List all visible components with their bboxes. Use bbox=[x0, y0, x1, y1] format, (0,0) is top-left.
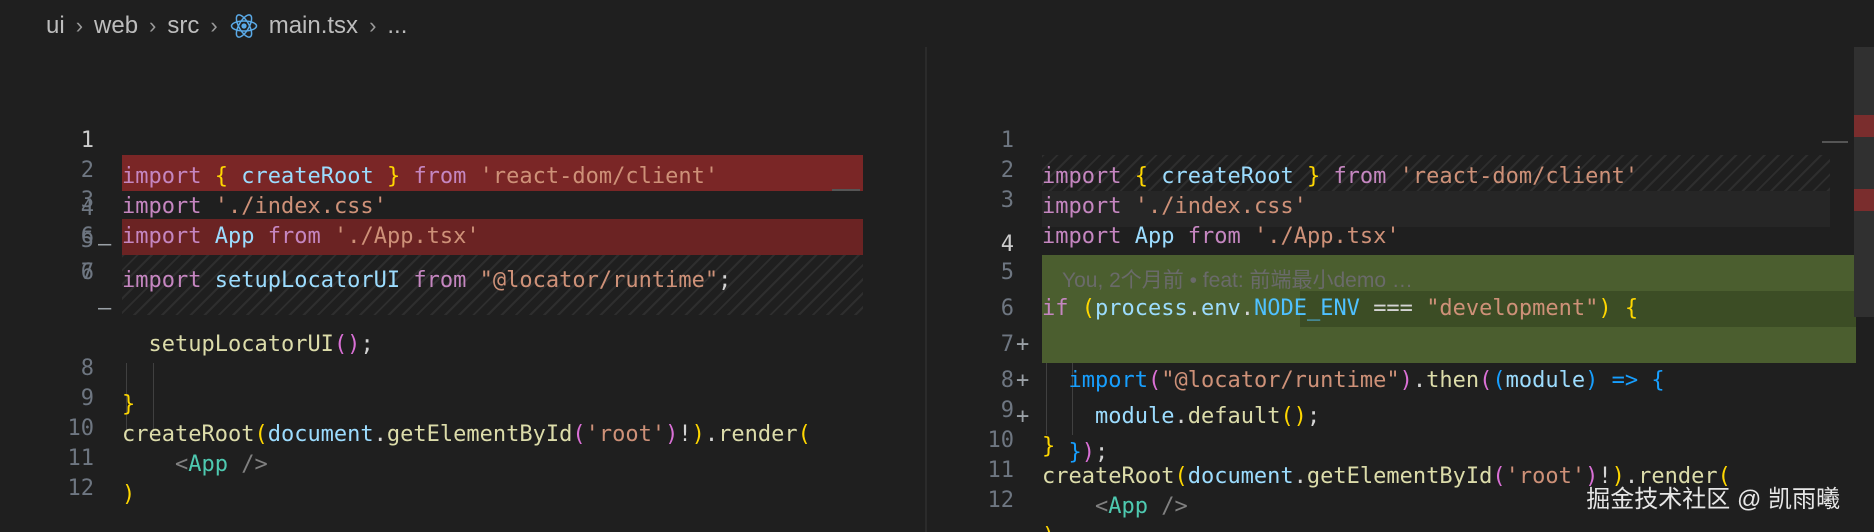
code-text: <App /> bbox=[1094, 494, 1188, 519]
code-line-deleted[interactable]: 4 — import setupLocatorUI from "@locator… bbox=[0, 155, 922, 293]
code-text: ) bbox=[122, 482, 136, 507]
diff-editor-modified[interactable]: 1 import { createRoot } from 'react-dom/… bbox=[930, 47, 1874, 532]
chevron-right-icon: › bbox=[75, 13, 84, 38]
breadcrumb: ui › web › src › main.tsx › ... bbox=[0, 0, 1874, 52]
overview-ruler-deleted bbox=[1854, 189, 1874, 211]
code-line-added[interactable]: 7 + module.default(); bbox=[930, 291, 1874, 429]
breadcrumb-item-file[interactable]: main.tsx bbox=[269, 12, 358, 40]
code-line[interactable]: 6 bbox=[0, 187, 922, 249]
diff-editor-original[interactable]: 1 import { createRoot } from 'react-dom/… bbox=[0, 47, 922, 532]
scroll-indicator bbox=[832, 189, 860, 191]
breadcrumb-item-web[interactable]: web bbox=[94, 12, 138, 40]
breadcrumb-item-src[interactable]: src bbox=[167, 12, 199, 40]
code-line[interactable]: 12 bbox=[0, 435, 922, 501]
code-line[interactable]: 5 if (process.env.NODE_ENV === "developm… bbox=[930, 219, 1874, 321]
chevron-right-icon: › bbox=[210, 13, 218, 38]
chevron-right-icon: › bbox=[369, 13, 377, 38]
code-text: import setupLocatorUI from "@locator/run… bbox=[122, 268, 732, 293]
code-line-added[interactable]: 6 + import("@locator/runtime").then((mod… bbox=[930, 255, 1874, 393]
chevron-right-icon: › bbox=[149, 13, 157, 38]
react-icon bbox=[230, 14, 257, 38]
code-line[interactable]: 3 import App from './App.tsx' bbox=[930, 147, 1874, 249]
code-text: ) bbox=[1042, 519, 1055, 532]
breadcrumb-item-more[interactable]: ... bbox=[387, 12, 407, 40]
line-number: 7 bbox=[80, 260, 94, 285]
breadcrumb-item-ui[interactable]: ui bbox=[46, 12, 65, 40]
line-number: 12 bbox=[987, 488, 1015, 513]
code-line-deleted[interactable]: 7 — setupLocatorUI(); bbox=[0, 219, 922, 357]
overview-ruler-deleted bbox=[1854, 115, 1874, 137]
scroll-indicator bbox=[1822, 141, 1848, 143]
watermark: 掘金技术社区 @ 凯雨曦 bbox=[1586, 486, 1840, 513]
line-number: 12 bbox=[67, 476, 95, 501]
pane-divider[interactable] bbox=[925, 47, 927, 532]
code-line[interactable]: 12 ) bbox=[930, 447, 1874, 532]
scrollbar-thumb[interactable] bbox=[1854, 47, 1874, 317]
